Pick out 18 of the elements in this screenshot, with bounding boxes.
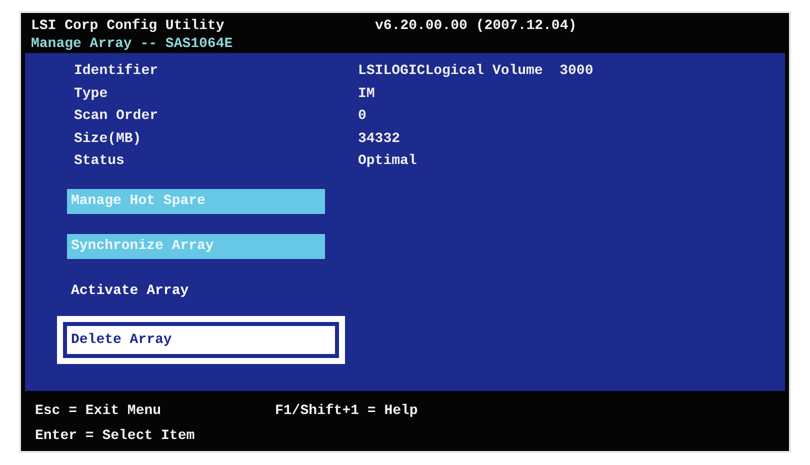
key-hint: Esc = Exit Menu [35, 402, 162, 421]
menu-item[interactable]: Delete Array [63, 322, 339, 358]
property-value: IM [358, 84, 375, 104]
property-value: LSILOGICLogical Volume 3000 [358, 62, 594, 81]
property-value: Optimal [358, 152, 417, 171]
property-value: 0 [358, 107, 366, 126]
utility-title: LSI Corp Config Utility [31, 17, 226, 35]
key-hint: Enter = Select Item [35, 427, 196, 446]
key-hint: F1/Shift+1 = Help [275, 402, 418, 421]
property-label: Scan Order [74, 107, 160, 126]
menu-item[interactable]: Activate Array [67, 278, 325, 304]
screen-subtitle: Manage Array -- SAS1064E [31, 35, 234, 53]
property-value: 34332 [358, 130, 400, 148]
property-label: Identifier [74, 62, 160, 81]
property-label: Type [74, 84, 109, 104]
version-text: v6.20.00.00 (2007.12.04) [375, 17, 577, 35]
property-label: Size(MB) [74, 130, 142, 148]
property-label: Status [74, 152, 126, 171]
